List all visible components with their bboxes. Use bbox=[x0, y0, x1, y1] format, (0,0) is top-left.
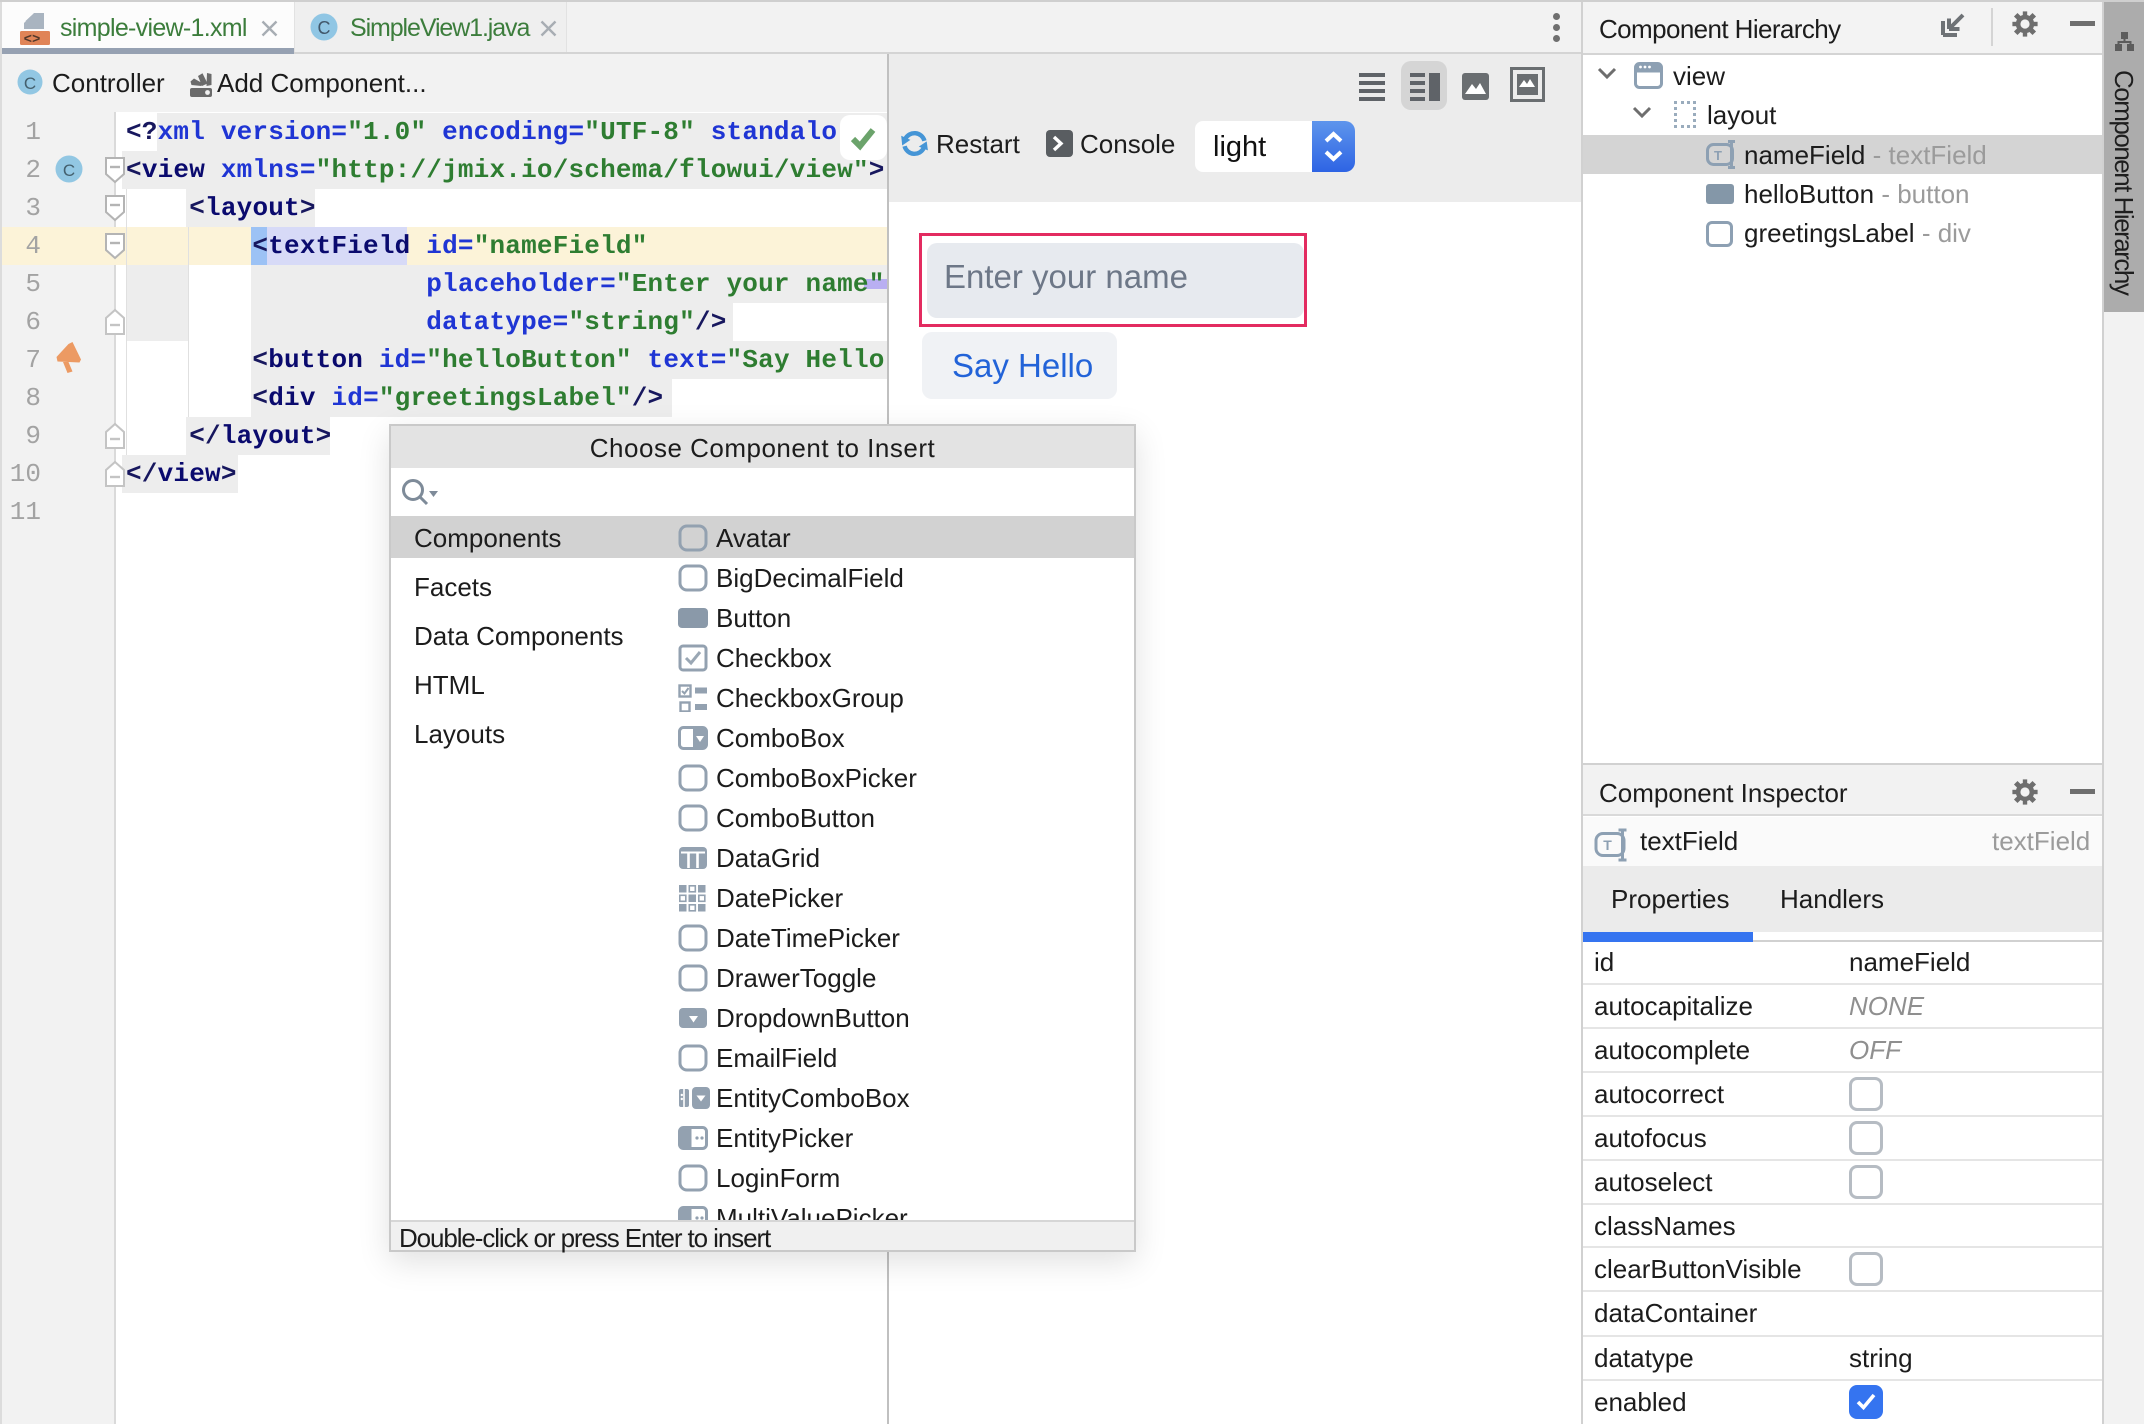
svg-text:<>: <> bbox=[24, 32, 41, 45]
svg-text:T: T bbox=[1714, 148, 1722, 163]
svg-text:C: C bbox=[63, 161, 75, 180]
svg-text:T: T bbox=[1603, 837, 1612, 853]
svg-text:C: C bbox=[318, 18, 331, 38]
svg-text:C: C bbox=[24, 74, 36, 93]
